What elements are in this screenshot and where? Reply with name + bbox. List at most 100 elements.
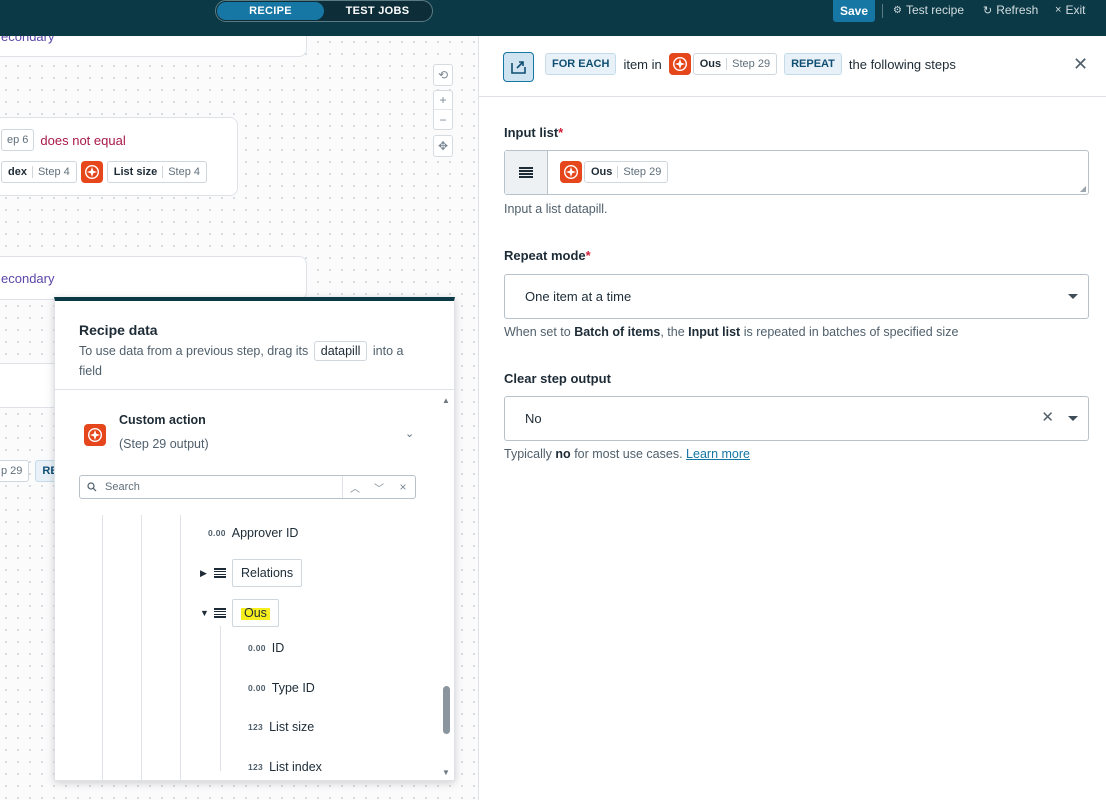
test-recipe-button[interactable]: ⚙ Test recipe xyxy=(893,3,964,17)
clear-output-select[interactable]: No ✕ xyxy=(504,396,1089,441)
chevron-down-icon[interactable] xyxy=(1068,416,1078,421)
scroll-down-icon[interactable]: ▼ xyxy=(442,768,450,777)
refresh-icon: ↻ xyxy=(983,4,993,17)
learn-more-link[interactable]: Learn more xyxy=(686,447,750,461)
scrollbar-thumb[interactable] xyxy=(443,686,450,734)
tree-guide xyxy=(180,515,181,781)
pill-label: List size xyxy=(113,166,158,178)
tree-guide xyxy=(102,515,103,781)
number-type-icon: 0.00 xyxy=(248,643,266,653)
tree-item-label: Ous xyxy=(241,606,270,620)
gear-icon: ⚙ xyxy=(893,4,902,16)
tree-item-relations[interactable]: ▶ Relations xyxy=(200,559,303,587)
pill-step: Step 29 xyxy=(726,58,770,70)
pill-label: Ous xyxy=(699,58,722,70)
close-icon[interactable]: ✕ xyxy=(1073,54,1088,75)
repeat-mode-select[interactable]: One item at a time xyxy=(504,274,1089,319)
tree-item[interactable]: 0.00 ID xyxy=(248,641,284,655)
caret-down-icon[interactable]: ▼ xyxy=(200,608,209,618)
top-bar: RECIPE TEST JOBS Save ⚙ Test recipe ↻ Re… xyxy=(0,0,1106,36)
number-type-icon: 0.00 xyxy=(248,683,266,693)
zoom-out-icon[interactable]: − xyxy=(434,110,452,129)
clear-search-icon[interactable]: × xyxy=(391,480,415,494)
datapill-relations[interactable]: Relations xyxy=(232,559,303,587)
clear-output-hint: Typically no for most use cases. Learn m… xyxy=(504,447,750,461)
zoom-in-icon[interactable]: + xyxy=(434,91,452,111)
step-card-text: econdary xyxy=(1,271,55,286)
chevron-down-icon[interactable] xyxy=(1068,294,1078,299)
divider xyxy=(882,4,883,18)
exit-button[interactable]: × Exit xyxy=(1055,3,1085,17)
pill-step: Step 4 xyxy=(162,166,200,178)
datapill-ous-header[interactable]: Ous Step 29 xyxy=(668,53,778,75)
item-in-text: item in xyxy=(623,56,662,72)
clear-icon[interactable]: ✕ xyxy=(1041,408,1054,426)
clear-output-label: Clear step output xyxy=(504,371,611,386)
integer-type-icon: 123 xyxy=(248,722,264,732)
step-card[interactable] xyxy=(0,363,60,408)
tree-guide xyxy=(220,626,221,771)
scrollbar[interactable]: ▲ ▼ xyxy=(441,396,453,781)
tree-item[interactable]: 0.00 Type ID xyxy=(248,681,315,695)
tab-recipe[interactable]: RECIPE xyxy=(217,2,324,20)
condition-pill[interactable]: ep 6 xyxy=(1,129,35,151)
datapill-ous[interactable]: Ous xyxy=(232,599,279,627)
integer-type-icon: 123 xyxy=(248,762,264,772)
condition-card[interactable]: ep 6 does not equal dex Step 4 List size S… xyxy=(0,117,238,196)
datapill-step-29[interactable]: p 29 xyxy=(0,460,30,482)
chevron-down-icon[interactable]: ⌄ xyxy=(405,427,414,440)
loop-icon xyxy=(503,52,534,82)
step-summary: FOR EACH item in Ous Step 29 REPEAT the f… xyxy=(545,53,956,75)
tree-item-label: Approver ID xyxy=(231,526,299,540)
caret-right-icon[interactable]: ▶ xyxy=(200,568,208,579)
list-icon xyxy=(214,608,226,618)
datapill-list-size[interactable]: List size Step 4 xyxy=(106,161,207,183)
tree-guide xyxy=(141,515,142,781)
input-list-field[interactable]: Ous Step 29 ◢ xyxy=(504,150,1089,195)
save-button[interactable]: Save xyxy=(833,0,875,22)
fit-view-button[interactable]: ✥ xyxy=(433,135,453,157)
search-input[interactable]: Search xyxy=(105,481,140,493)
step-config-panel: FOR EACH item in Ous Step 29 REPEAT the f… xyxy=(478,36,1106,800)
pill-step: Step 4 xyxy=(31,166,70,178)
scroll-up-icon[interactable]: ▲ xyxy=(442,396,450,405)
tree-item-label: List index xyxy=(269,760,322,774)
pill-label: Ous xyxy=(591,166,613,178)
pill-step: ep 6 xyxy=(7,134,29,146)
tree-item-label: Type ID xyxy=(271,681,315,695)
step-card[interactable]: econdary xyxy=(0,256,307,300)
reset-icon: ⟲ xyxy=(437,68,449,82)
tab-test-jobs[interactable]: TEST JOBS xyxy=(324,2,431,20)
pill-step: p 29 xyxy=(1,465,23,477)
search-icon xyxy=(87,482,97,492)
test-recipe-label: Test recipe xyxy=(905,3,964,17)
step-card[interactable]: econdary xyxy=(0,36,307,57)
datapill-ous-input[interactable]: Ous Step 29 xyxy=(560,161,669,183)
repeat-keyword: REPEAT xyxy=(784,53,842,75)
step-header: FOR EACH item in Ous Step 29 REPEAT the f… xyxy=(479,36,1106,97)
list-icon[interactable] xyxy=(505,151,548,194)
for-each-keyword: FOR EACH xyxy=(545,53,617,75)
pill-step: Step 29 xyxy=(617,166,661,178)
reset-view-button[interactable]: ⟲ xyxy=(433,64,453,86)
custom-action-section[interactable]: Custom action (Step 29 output) ⌄ xyxy=(79,409,419,459)
condition-operator: does not equal xyxy=(40,132,126,148)
chevron-up-icon[interactable]: ︿ xyxy=(343,480,367,495)
resize-handle-icon[interactable]: ◢ xyxy=(1080,184,1086,193)
exit-label: Exit xyxy=(1065,3,1086,17)
tree-item[interactable]: 123 List size xyxy=(248,720,314,734)
refresh-button[interactable]: ↻ Refresh xyxy=(983,3,1038,17)
chevron-down-icon[interactable]: ﹀ xyxy=(367,480,391,495)
tree-item-label: List size xyxy=(269,720,315,734)
repeat-mode-label: Repeat mode* xyxy=(504,248,591,263)
tree-item-label: ID xyxy=(271,641,285,655)
tree-item-label: Relations xyxy=(241,566,294,580)
refresh-label: Refresh xyxy=(996,3,1039,17)
app-logo-icon xyxy=(560,161,582,183)
tree-item[interactable]: 0.00 Approver ID xyxy=(208,526,298,540)
datapill-example: datapill xyxy=(313,341,368,361)
datapill-index[interactable]: dex Step 4 xyxy=(1,161,77,183)
tree-item-ous[interactable]: ▼ Ous xyxy=(200,599,279,627)
tree-item[interactable]: 123 List index xyxy=(248,760,322,774)
close-icon: × xyxy=(1055,4,1062,16)
